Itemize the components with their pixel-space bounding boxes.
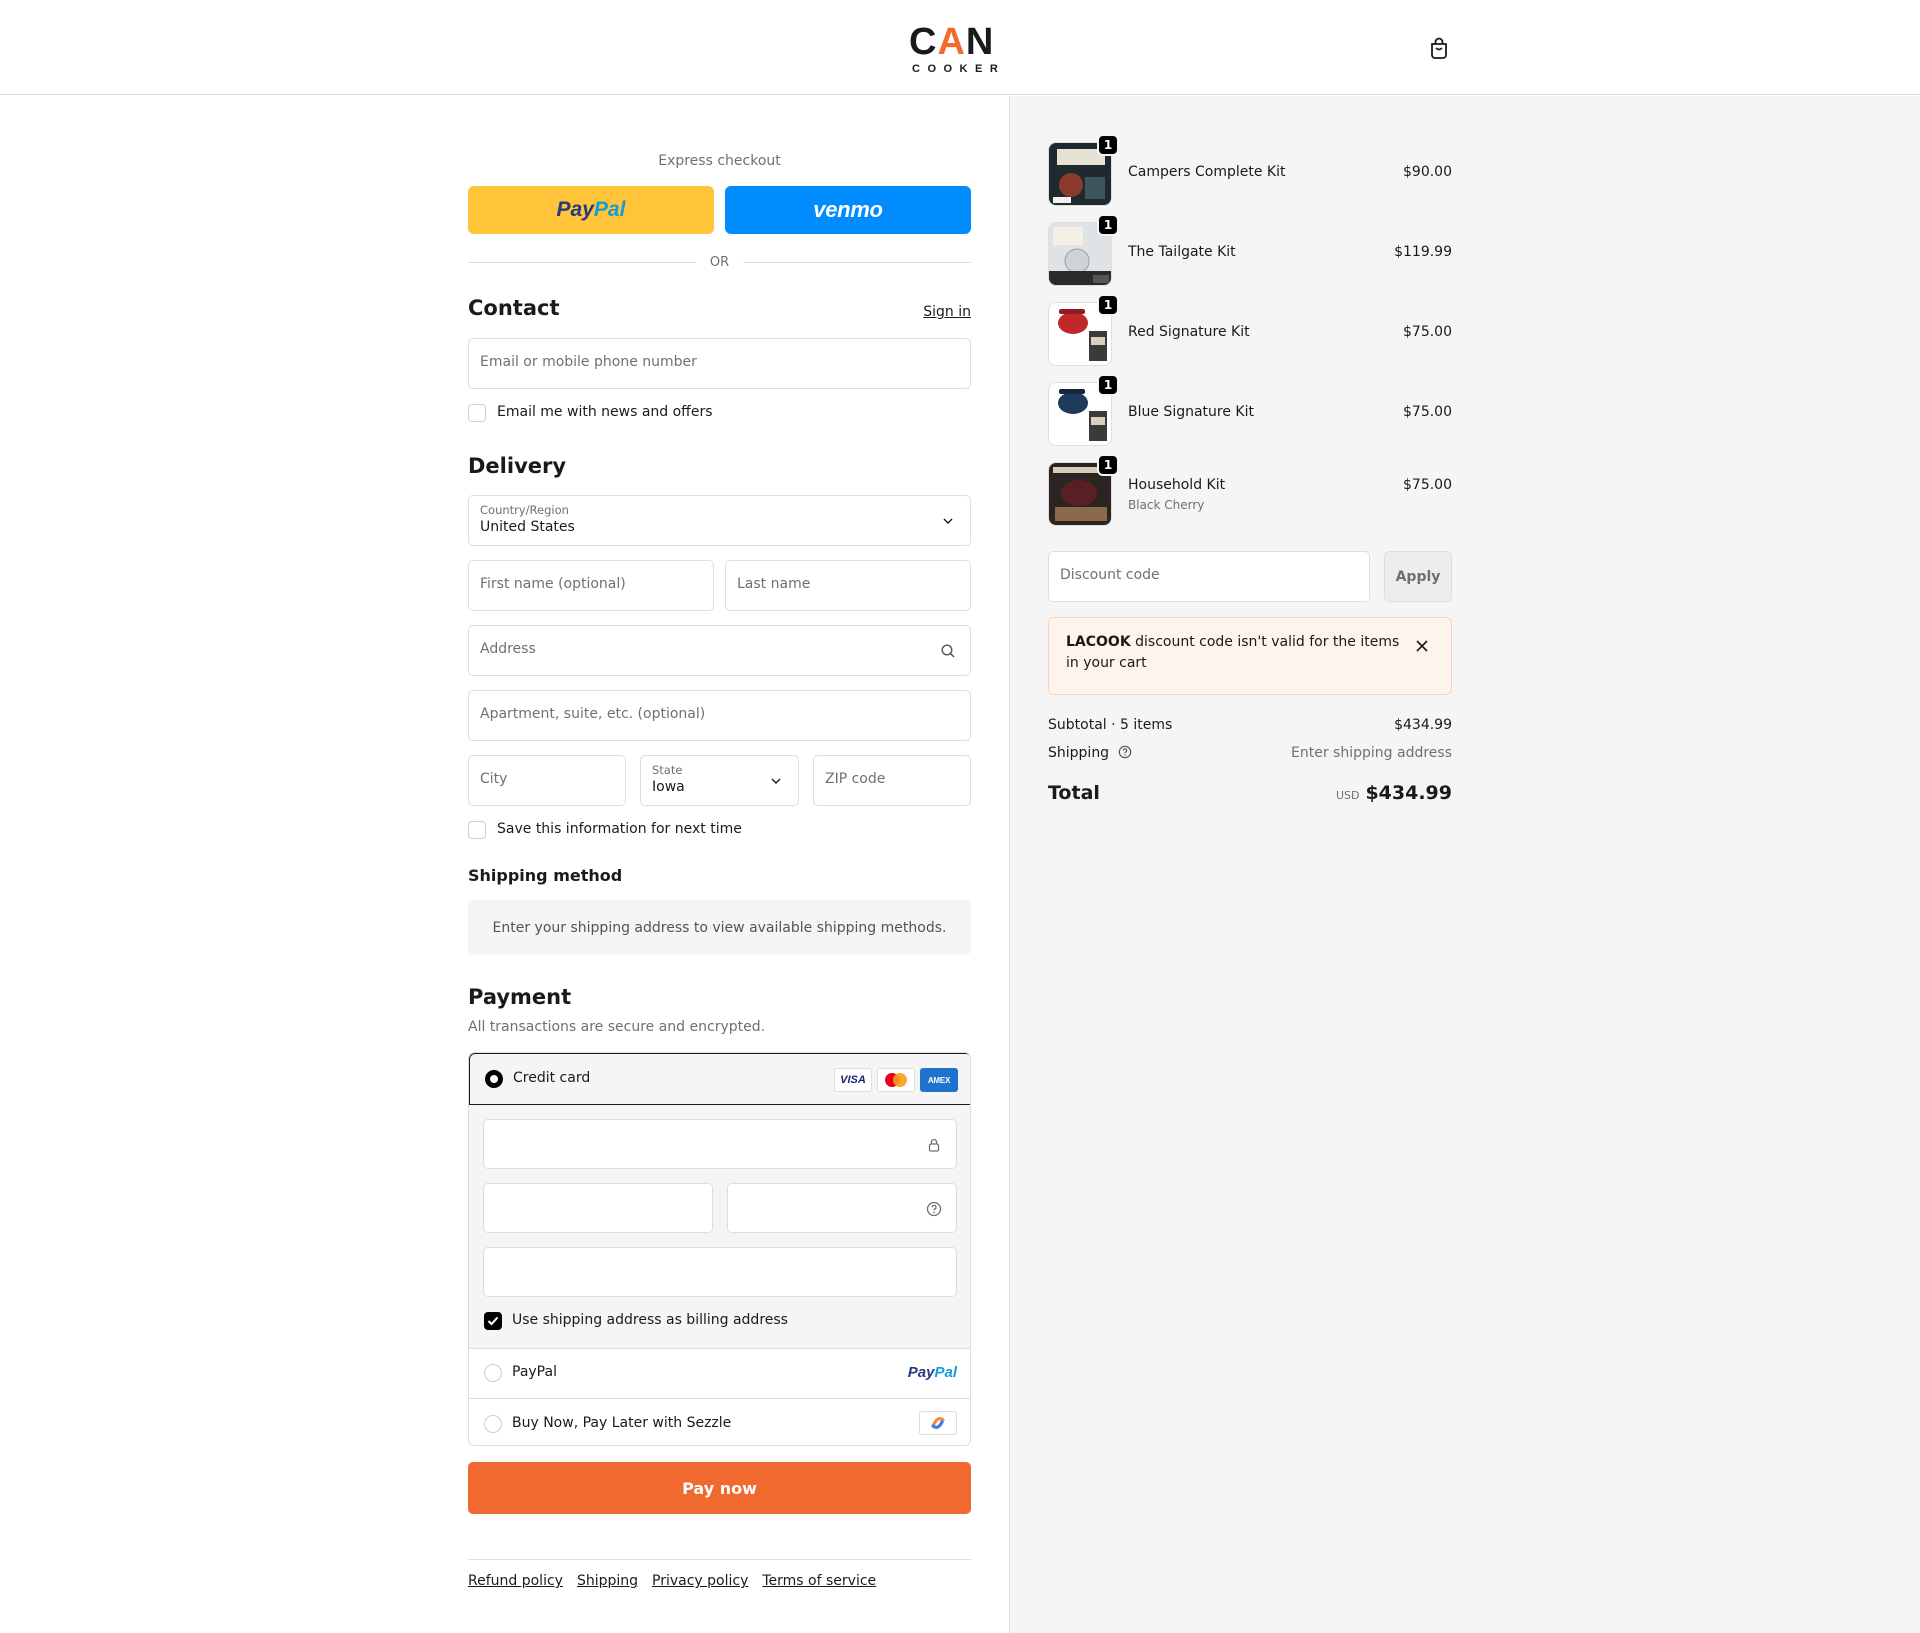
- save-info-checkbox[interactable]: [468, 821, 486, 839]
- news-offers-label: Email me with news and offers: [497, 404, 713, 420]
- item-name: Red Signature Kit: [1128, 324, 1250, 340]
- amex-icon: AMEX: [920, 1068, 958, 1092]
- quantity-badge: 1: [1097, 374, 1119, 396]
- sign-in-link[interactable]: Sign in: [923, 304, 971, 320]
- sezzle-label: Buy Now, Pay Later with Sezzle: [512, 1415, 732, 1431]
- item-price: $119.99: [1394, 244, 1452, 260]
- quantity-badge: 1: [1097, 294, 1119, 316]
- credit-card-label: Credit card: [513, 1070, 591, 1086]
- shopping-bag-icon[interactable]: [1428, 36, 1450, 60]
- expiration-field[interactable]: [483, 1183, 713, 1233]
- city-field[interactable]: City: [468, 755, 626, 806]
- cart-item: 1 Red Signature Kit $75.00: [1048, 294, 1452, 366]
- sezzle-option[interactable]: Buy Now, Pay Later with Sezzle: [469, 1398, 970, 1445]
- payment-heading: Payment: [468, 985, 572, 1009]
- cart-item: 1 The Tailgate Kit $119.99: [1048, 214, 1452, 286]
- item-name: The Tailgate Kit: [1128, 244, 1236, 260]
- chevron-down-icon: [940, 513, 956, 529]
- can-cooker-logo[interactable]: CAN COOKER: [909, 22, 1009, 76]
- first-name-field[interactable]: First name (optional): [468, 560, 714, 611]
- quantity-badge: 1: [1097, 134, 1119, 156]
- payment-subtitle: All transactions are secure and encrypte…: [468, 1019, 766, 1035]
- item-name: Campers Complete Kit: [1128, 164, 1286, 180]
- last-name-field[interactable]: Last name: [725, 560, 971, 611]
- shipping-value: Enter shipping address: [1291, 745, 1452, 761]
- subtotal-label: Subtotal · 5 items: [1048, 717, 1173, 733]
- credit-card-form: Use shipping address as billing address: [469, 1105, 970, 1349]
- shipping-label: Shipping: [1048, 745, 1110, 761]
- paypal-option[interactable]: PayPal PayPal: [469, 1349, 970, 1398]
- credit-card-option[interactable]: Credit card VISA AMEX: [469, 1053, 970, 1105]
- pay-now-button[interactable]: Pay now: [468, 1462, 971, 1514]
- security-code-field[interactable]: [727, 1183, 957, 1233]
- contact-heading: Contact: [468, 296, 560, 320]
- logo-subtitle: COOKER: [912, 63, 1006, 75]
- discount-error-message: LACOOK discount code isn't valid for the…: [1066, 634, 1400, 671]
- sezzle-logo-icon: [919, 1411, 957, 1435]
- or-divider: OR: [468, 253, 972, 271]
- visa-icon: VISA: [834, 1068, 872, 1092]
- item-name: Blue Signature Kit: [1128, 404, 1254, 420]
- privacy-policy-link[interactable]: Privacy policy: [652, 1573, 748, 1589]
- zip-field[interactable]: ZIP code: [813, 755, 971, 806]
- payment-options: Credit card VISA AMEX Use shipping addre…: [468, 1052, 971, 1446]
- apply-discount-button[interactable]: Apply: [1384, 551, 1452, 602]
- footer-divider: [468, 1559, 971, 1560]
- discount-error-alert: LACOOK discount code isn't valid for the…: [1048, 617, 1452, 695]
- cart-item: 1 Campers Complete Kit $90.00: [1048, 134, 1452, 206]
- paypal-logo-icon: PayPal: [907, 1364, 957, 1381]
- shipping-methods-notice: Enter your shipping address to view avai…: [468, 900, 971, 955]
- total-currency: USD: [1335, 789, 1360, 802]
- news-offers-checkbox[interactable]: [468, 404, 486, 422]
- mastercard-icon: [877, 1068, 915, 1092]
- credit-card-radio[interactable]: [485, 1070, 503, 1088]
- help-circle-icon[interactable]: [1118, 745, 1132, 763]
- billing-address-checkbox[interactable]: [484, 1312, 502, 1330]
- name-on-card-field[interactable]: [483, 1247, 957, 1297]
- chevron-down-icon: [768, 773, 784, 789]
- paypal-express-button[interactable]: PayPal: [468, 186, 714, 234]
- express-checkout-title: Express checkout: [658, 153, 781, 169]
- item-price: $75.00: [1403, 477, 1452, 493]
- delivery-heading: Delivery: [468, 454, 567, 478]
- billing-address-label: Use shipping address as billing address: [512, 1312, 788, 1328]
- quantity-badge: 1: [1097, 214, 1119, 236]
- quantity-badge: 1: [1097, 454, 1119, 476]
- item-name: Household Kit: [1128, 477, 1226, 493]
- cart-item: 1 Blue Signature Kit $75.00: [1048, 374, 1452, 446]
- total-label: Total: [1048, 782, 1100, 804]
- venmo-express-button[interactable]: venmo: [725, 186, 971, 234]
- footer-links: Refund policy Shipping Privacy policy Te…: [468, 1573, 876, 1589]
- subtotal-value: $434.99: [1394, 717, 1452, 733]
- discount-code-field[interactable]: Discount code: [1048, 551, 1370, 602]
- item-price: $75.00: [1403, 324, 1452, 340]
- country-select[interactable]: Country/Region United States: [468, 495, 971, 546]
- item-price: $75.00: [1403, 404, 1452, 420]
- sezzle-radio[interactable]: [484, 1415, 502, 1433]
- item-variant: Black Cherry: [1128, 498, 1205, 512]
- lock-icon: [926, 1137, 942, 1153]
- state-select[interactable]: State Iowa: [640, 755, 799, 806]
- total-value: $434.99: [1365, 782, 1452, 804]
- item-price: $90.00: [1403, 164, 1452, 180]
- apartment-field[interactable]: Apartment, suite, etc. (optional): [468, 690, 971, 741]
- email-field[interactable]: Email or mobile phone number: [468, 338, 971, 389]
- paypal-label: PayPal: [512, 1364, 557, 1380]
- shipping-method-heading: Shipping method: [468, 866, 623, 885]
- total-row: Total USD $434.99: [1048, 782, 1452, 810]
- refund-policy-link[interactable]: Refund policy: [468, 1573, 563, 1589]
- cart-item: 1 Household Kit Black Cherry $75.00: [1048, 454, 1452, 526]
- help-circle-icon[interactable]: [926, 1201, 942, 1217]
- paypal-radio[interactable]: [484, 1364, 502, 1382]
- close-icon[interactable]: [1415, 639, 1429, 653]
- address-field[interactable]: Address: [468, 625, 971, 676]
- header: CAN COOKER: [0, 0, 1920, 95]
- logo-wordmark: CAN: [909, 21, 995, 63]
- card-number-field[interactable]: [483, 1119, 957, 1169]
- save-info-label: Save this information for next time: [497, 821, 742, 837]
- shipping-policy-link[interactable]: Shipping: [577, 1573, 638, 1589]
- terms-of-service-link[interactable]: Terms of service: [762, 1573, 876, 1589]
- search-icon: [940, 643, 956, 659]
